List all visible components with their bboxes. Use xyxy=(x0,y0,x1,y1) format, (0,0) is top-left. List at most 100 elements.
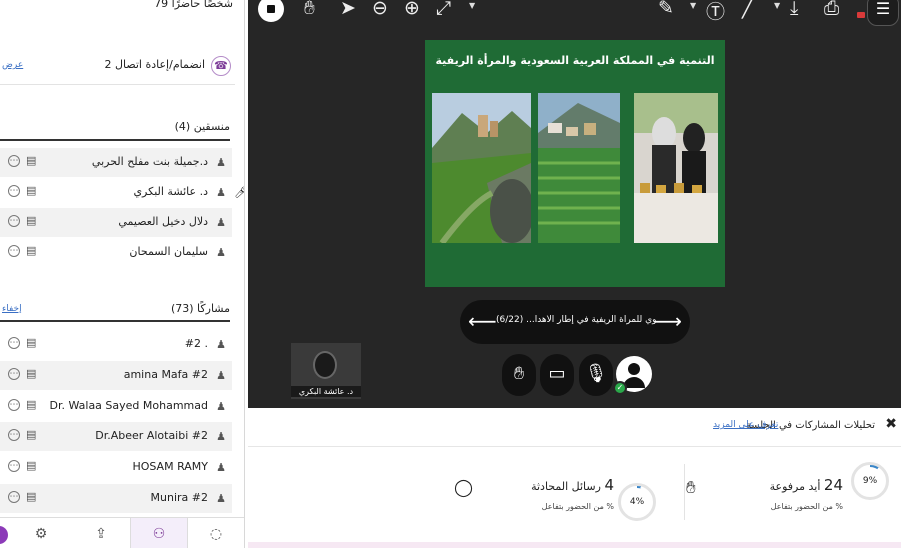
slide-photo-terraces xyxy=(538,93,620,243)
chat-tab-icon[interactable]: ◌ xyxy=(205,526,227,544)
camera-off-icon[interactable]: ▭ xyxy=(540,354,574,396)
raise-hand-icon[interactable]: ✋︎ xyxy=(502,354,536,396)
user-icon: ♟ xyxy=(216,216,226,229)
chevron-down-icon[interactable]: ▼ xyxy=(469,1,475,10)
chat-icon[interactable]: ▤ xyxy=(26,336,36,349)
previous-slide-icon[interactable]: ⟵ xyxy=(468,309,497,333)
chat-icon: ◯ xyxy=(454,478,474,498)
chat-icon[interactable]: ▤ xyxy=(26,490,36,503)
list-item[interactable]: ♟ #2 . ▤ ⋯ xyxy=(0,330,232,359)
metric-value: 24 أيد مرفوعة xyxy=(770,476,843,494)
close-icon[interactable]: ✖ xyxy=(885,416,897,432)
person-name: Munira #2 xyxy=(150,491,208,504)
phone-bridge-icon: ☎ xyxy=(211,56,231,76)
more-icon[interactable]: ⋯ xyxy=(8,491,20,503)
footer-strip xyxy=(248,542,901,548)
slide-position: التمكين التنموي للمرأة الريفية في إطار ا… xyxy=(496,315,656,325)
list-item[interactable]: ♟ Dr. Walaa Sayed Mohammad ▤ ⋯ xyxy=(0,392,232,421)
pen-icon[interactable]: ✎ xyxy=(658,0,674,19)
slide-title: التنمية في المملكة العربية السعودية والم… xyxy=(435,54,715,67)
list-item[interactable]: ♟ HOSAM RAMY ▤ ⋯ xyxy=(0,453,232,482)
chat-icon[interactable]: ▤ xyxy=(26,154,36,167)
help-icon[interactable] xyxy=(0,526,8,544)
person-name: Dr.Abeer Alotaibi #2 xyxy=(95,429,208,442)
chat-icon[interactable]: ▤ xyxy=(26,367,36,380)
list-item[interactable]: ♟ Dr.Abeer Alotaibi #2 ▤ ⋯ xyxy=(0,422,232,451)
save-icon[interactable]: ⎙ xyxy=(824,0,839,19)
more-icon[interactable]: ⋯ xyxy=(8,215,20,227)
metric-number: 4 xyxy=(604,476,614,494)
bridge-row: ☎ انضمام/إعادة اتصال 2 عرض xyxy=(0,48,244,84)
divider xyxy=(0,320,230,322)
chat-icon[interactable]: ▤ xyxy=(26,428,36,441)
app-root: 79 شخصًا حاضرًا ☎ انضمام/إعادة اتصال 2 ع… xyxy=(0,0,901,548)
avatar-icon[interactable]: ✓ xyxy=(613,356,652,395)
metric-label: رسائل المحادثة xyxy=(531,480,601,493)
exit-icon[interactable]: ☰ xyxy=(867,0,899,26)
list-item[interactable]: ♟ amina Mafa #2 ▤ ⋯ xyxy=(0,361,232,390)
divider xyxy=(0,84,235,85)
user-icon: ♟ xyxy=(216,246,226,259)
more-icon[interactable]: ⋯ xyxy=(8,155,20,167)
organizers-title: منسقين (4) xyxy=(174,120,230,133)
learn-more-link[interactable]: تعرف على المزيد xyxy=(713,420,778,430)
chat-icon[interactable]: ▤ xyxy=(26,398,36,411)
progress-ring: 9% xyxy=(851,462,889,500)
avatar xyxy=(313,351,337,379)
share-icon[interactable]: ⇪ xyxy=(90,526,112,544)
more-icon[interactable]: ⋯ xyxy=(8,429,20,441)
next-slide-icon[interactable]: ⟶ xyxy=(653,309,682,333)
zoom-in-icon[interactable]: ⊕ xyxy=(404,0,420,19)
recording-icon xyxy=(857,12,865,18)
metric-sub: % من الحضور بتفاعل xyxy=(541,502,614,511)
hand-icon[interactable]: ✋︎ xyxy=(304,0,315,19)
more-icon[interactable]: ⋯ xyxy=(8,185,20,197)
chat-icon[interactable]: ▤ xyxy=(26,459,36,472)
more-icon[interactable]: ⋯ xyxy=(8,368,20,380)
slide-photo-mountain-village xyxy=(432,93,531,243)
list-item[interactable]: ♟ د.جميلة بنت مفلح الحربي ▤ ⋯ xyxy=(0,148,232,177)
bridge-label: انضمام/إعادة اتصال 2 xyxy=(104,58,205,71)
more-icon[interactable]: ⋯ xyxy=(8,245,20,257)
settings-icon[interactable]: ⚙ xyxy=(30,526,52,544)
slide-navigator: ⟵ التمكين التنموي للمرأة الريفية في إطار… xyxy=(460,300,690,344)
fit-icon[interactable]: ⤢ xyxy=(436,0,451,19)
chevron-down-icon[interactable]: ▼ xyxy=(690,1,696,10)
chevron-down-icon[interactable]: ▼ xyxy=(774,1,780,10)
metric-value: 4 رسائل المحادثة xyxy=(531,476,614,494)
person-name: HOSAM RAMY xyxy=(132,460,208,473)
list-item[interactable]: ♟ دلال دخيل العصيمي ▤ ⋯ xyxy=(0,208,232,237)
chat-icon[interactable]: ▤ xyxy=(26,244,36,257)
list-item[interactable]: ♟ د. عائشة البكري ▤ ⋯ xyxy=(0,178,232,207)
participants-icon[interactable]: ⚇ xyxy=(148,526,170,544)
divider xyxy=(0,139,230,141)
panel-toolbar: ⚙ ⇪ ⚇ ◌ xyxy=(0,517,244,548)
more-icon[interactable]: ⋯ xyxy=(8,337,20,349)
hide-link[interactable]: إخفاء xyxy=(2,304,22,314)
person-name: amina Mafa #2 xyxy=(123,368,208,381)
zoom-out-icon[interactable]: ⊖ xyxy=(372,0,388,19)
chat-icon[interactable]: ▤ xyxy=(26,184,36,197)
user-icon: ♟ xyxy=(216,400,226,413)
user-icon: ♟ xyxy=(216,492,226,505)
download-icon[interactable]: ⤓ xyxy=(790,0,798,19)
list-item[interactable]: ♟ Munira #2 ▤ ⋯ xyxy=(0,484,232,513)
person-name: د.جميلة بنت مفلح الحربي xyxy=(91,155,208,168)
pointer-icon[interactable]: ➤ xyxy=(340,0,356,19)
more-icon[interactable]: ⋯ xyxy=(8,460,20,472)
mic-off-icon[interactable]: 🎙︎ xyxy=(579,354,613,396)
stop-icon[interactable] xyxy=(258,0,284,22)
more-icon[interactable]: ⋯ xyxy=(8,399,20,411)
participants-panel: 79 شخصًا حاضرًا ☎ انضمام/إعادة اتصال 2 ع… xyxy=(0,0,245,548)
bridge-view-link[interactable]: عرض xyxy=(2,60,23,70)
person-name: #2 . xyxy=(184,337,208,350)
list-item[interactable]: ♟ سليمان السمحان ▤ ⋯ xyxy=(0,238,232,267)
chat-icon[interactable]: ▤ xyxy=(26,214,36,227)
text-icon[interactable]: Ⓣ xyxy=(706,0,725,24)
participants-title: مشاركًا (73) xyxy=(170,302,230,315)
user-icon: ♟ xyxy=(216,430,226,443)
metric-percent: 9% xyxy=(856,467,884,495)
check-icon: ✓ xyxy=(613,381,627,395)
line-icon[interactable]: ╱ xyxy=(742,0,753,19)
user-icon: ♟ xyxy=(216,186,226,199)
